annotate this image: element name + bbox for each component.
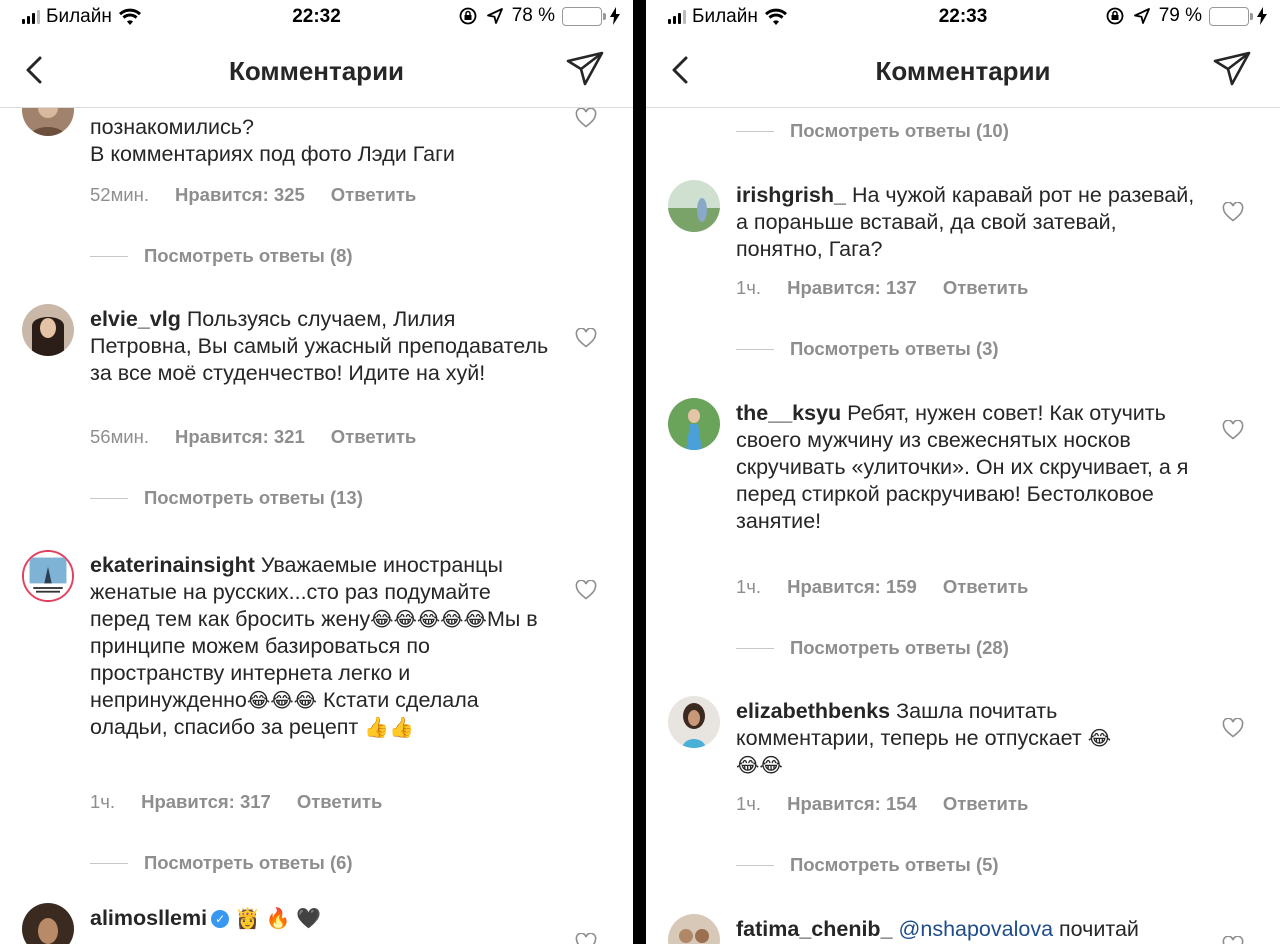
heart-icon[interactable] xyxy=(575,580,597,600)
view-replies-button[interactable]: Посмотреть ответы (28) xyxy=(736,637,1009,659)
comment-text: познакомились? В комментариях под фото Лэ… xyxy=(90,115,455,166)
avatar[interactable] xyxy=(668,180,720,232)
charging-bolt-icon xyxy=(610,7,620,25)
username[interactable]: elizabethbenks xyxy=(736,699,890,723)
avatar[interactable] xyxy=(22,903,74,944)
screens: Билайн 22:32 78 % Комментарии познакомил… xyxy=(0,0,1280,944)
comment-text: elizabethbenks Зашла почитать комментарии… xyxy=(736,699,1112,777)
charging-bolt-icon xyxy=(1257,7,1267,25)
reply-button[interactable]: Ответить xyxy=(943,793,1029,814)
heart-icon[interactable] xyxy=(1222,202,1244,222)
send-icon[interactable] xyxy=(565,50,605,88)
comment-time: 1ч. xyxy=(736,793,762,814)
comment-text: irishgrish_ На чужой каравай рот не разев… xyxy=(736,183,1195,261)
location-arrow-icon xyxy=(486,8,503,24)
reply-button[interactable]: Ответить xyxy=(943,576,1029,597)
likes-count[interactable]: Нравится: 317 xyxy=(141,791,271,812)
avatar[interactable] xyxy=(22,304,74,356)
comment-text: elvie_vlg Пользуясь случаем, Лилия Петров… xyxy=(90,306,550,387)
reply-button[interactable]: Ответить xyxy=(297,791,383,812)
battery-percent: 78 % xyxy=(511,5,555,26)
reply-button[interactable]: Ответить xyxy=(943,277,1029,298)
battery-icon xyxy=(562,6,606,26)
view-replies-button[interactable]: Посмотреть ответы (13) xyxy=(90,487,363,509)
orientation-lock-icon xyxy=(459,7,477,25)
comment-time: 52мин. xyxy=(90,184,149,205)
view-replies-button[interactable]: Посмотреть ответы (8) xyxy=(90,245,353,267)
send-icon[interactable] xyxy=(1212,50,1252,88)
comment-time: 1ч. xyxy=(736,277,762,298)
page-title: Комментарии xyxy=(875,56,1051,86)
comment-text: fatima_chenib_ @nshapovalova почитай xyxy=(736,917,1139,941)
avatar[interactable] xyxy=(668,398,720,450)
status-bar: Билайн 22:32 78 % xyxy=(0,0,633,36)
thumbs-up-icon: 👍👍 xyxy=(364,717,415,739)
tears-of-joy-icon: 😂😂 xyxy=(736,755,783,777)
comment-meta: 1ч. Нравится: 317 Ответить xyxy=(90,791,382,813)
view-replies-button[interactable]: Посмотреть ответы (6) xyxy=(90,852,353,874)
avatar[interactable] xyxy=(22,108,74,136)
page-title: Комментарии xyxy=(228,56,405,86)
comment-meta: 52мин. Нравится: 325 Ответить xyxy=(90,184,416,206)
comment-text: alimosllemi ✓ 👸 🔥 🖤 xyxy=(90,905,550,932)
heart-icon[interactable] xyxy=(575,108,597,128)
status-bar: Билайн 22:33 79 % xyxy=(646,0,1280,36)
nav-bar: Комментарии xyxy=(0,36,633,108)
comment-time: 1ч. xyxy=(90,791,116,812)
tears-of-joy-icon: 😂😂😂😂😂 xyxy=(370,609,487,631)
comment-meta: 56мин. Нравится: 321 Ответить xyxy=(90,426,416,448)
verified-badge-icon: ✓ xyxy=(211,910,230,929)
comment-meta: 1ч. Нравится: 154 Ответить xyxy=(736,793,1028,815)
likes-count[interactable]: Нравится: 325 xyxy=(175,184,305,205)
heart-icon[interactable] xyxy=(575,933,597,944)
avatar[interactable] xyxy=(668,696,720,748)
comments-feed[interactable]: Посмотреть ответы (10) irishgrish_ На чуж… xyxy=(646,108,1280,944)
nav-bar: Комментарии xyxy=(646,36,1280,108)
screen-left: Билайн 22:32 78 % Комментарии познакомил… xyxy=(0,0,633,944)
battery-percent: 79 % xyxy=(1158,5,1202,26)
likes-count[interactable]: Нравится: 154 xyxy=(787,793,917,814)
reply-button[interactable]: Ответить xyxy=(331,426,417,447)
emoji-row: 👸 🔥 🖤 xyxy=(235,908,321,930)
comment-meta: 1ч. Нравится: 159 Ответить xyxy=(736,576,1028,598)
username[interactable]: ekaterinainsight xyxy=(90,553,255,577)
heart-icon[interactable] xyxy=(1222,718,1244,738)
comment-time: 56мин. xyxy=(90,426,149,447)
avatar[interactable] xyxy=(22,550,74,602)
mention-link[interactable]: @nshapovalova xyxy=(899,917,1054,941)
reply-button[interactable]: Ответить xyxy=(331,184,417,205)
comment-text: ekaterinainsight Уважаемые иностранцы жен… xyxy=(90,553,538,739)
screen-right: Билайн 22:33 79 % Комментарии Посмотреть… xyxy=(646,0,1280,944)
tears-of-joy-icon: 😂 xyxy=(1087,728,1112,750)
likes-count[interactable]: Нравится: 159 xyxy=(787,576,917,597)
avatar[interactable] xyxy=(668,914,720,944)
view-replies-button[interactable]: Посмотреть ответы (5) xyxy=(736,854,999,876)
likes-count[interactable]: Нравится: 321 xyxy=(175,426,305,447)
username[interactable]: fatima_chenib_ xyxy=(736,917,893,941)
tears-of-joy-icon: 😂😂😂 xyxy=(246,690,318,712)
username[interactable]: irishgrish_ xyxy=(736,183,846,207)
comments-feed[interactable]: познакомились? В комментариях под фото Лэ… xyxy=(0,108,633,944)
comment-text: the__ksyu Ребят, нужен совет! Как отучить… xyxy=(736,401,1189,533)
view-replies-button[interactable]: Посмотреть ответы (10) xyxy=(736,120,1009,142)
orientation-lock-icon xyxy=(1106,7,1124,25)
location-arrow-icon xyxy=(1133,8,1150,24)
heart-icon[interactable] xyxy=(575,328,597,348)
comment-meta: 1ч. Нравится: 137 Ответить xyxy=(736,277,1028,299)
view-replies-button[interactable]: Посмотреть ответы (3) xyxy=(736,338,999,360)
username[interactable]: the__ksyu xyxy=(736,401,841,425)
battery-icon xyxy=(1209,6,1253,26)
likes-count[interactable]: Нравится: 137 xyxy=(787,277,917,298)
username[interactable]: alimosllemi xyxy=(90,906,207,930)
heart-icon[interactable] xyxy=(1222,936,1244,944)
comment-time: 1ч. xyxy=(736,576,762,597)
username[interactable]: elvie_vlg xyxy=(90,307,181,331)
heart-icon[interactable] xyxy=(1222,420,1244,440)
